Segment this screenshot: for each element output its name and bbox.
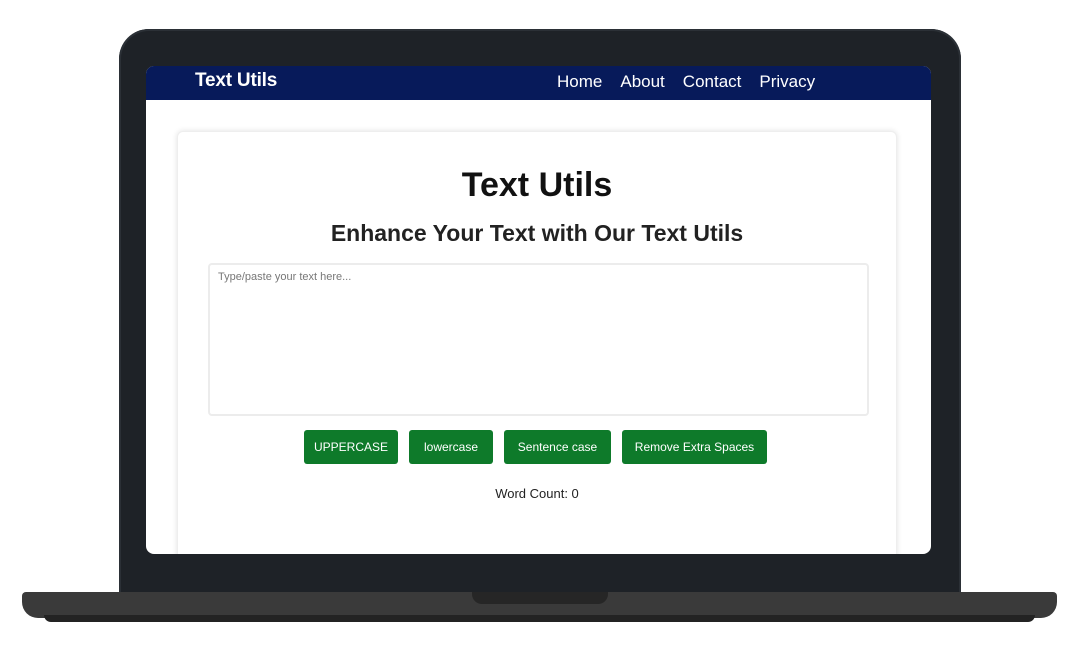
sentence-case-button[interactable]: Sentence case xyxy=(504,430,611,464)
word-count: Word Count: 0 xyxy=(495,486,579,501)
nav-links: Home About Contact Privacy xyxy=(557,72,833,92)
laptop-screen: Text Utils Home About Contact Privacy Te… xyxy=(146,66,931,554)
laptop-base-foot xyxy=(44,615,1035,622)
nav-link-about[interactable]: About xyxy=(620,72,664,92)
lowercase-button[interactable]: lowercase xyxy=(409,430,493,464)
text-input-area[interactable] xyxy=(208,263,869,416)
uppercase-button[interactable]: UPPERCASE xyxy=(304,430,398,464)
navbar: Text Utils Home About Contact Privacy xyxy=(146,66,931,100)
laptop-notch xyxy=(472,592,608,604)
remove-extra-spaces-button[interactable]: Remove Extra Spaces xyxy=(622,430,767,464)
nav-link-privacy[interactable]: Privacy xyxy=(759,72,815,92)
brand-logo-link[interactable]: Text Utils xyxy=(195,70,277,92)
main-card: Text Utils Enhance Your Text with Our Te… xyxy=(177,131,897,554)
nav-link-contact[interactable]: Contact xyxy=(683,72,742,92)
nav-link-home[interactable]: Home xyxy=(557,72,602,92)
page-title: Text Utils xyxy=(461,166,613,204)
page-subtitle: Enhance Your Text with Our Text Utils xyxy=(330,220,744,246)
